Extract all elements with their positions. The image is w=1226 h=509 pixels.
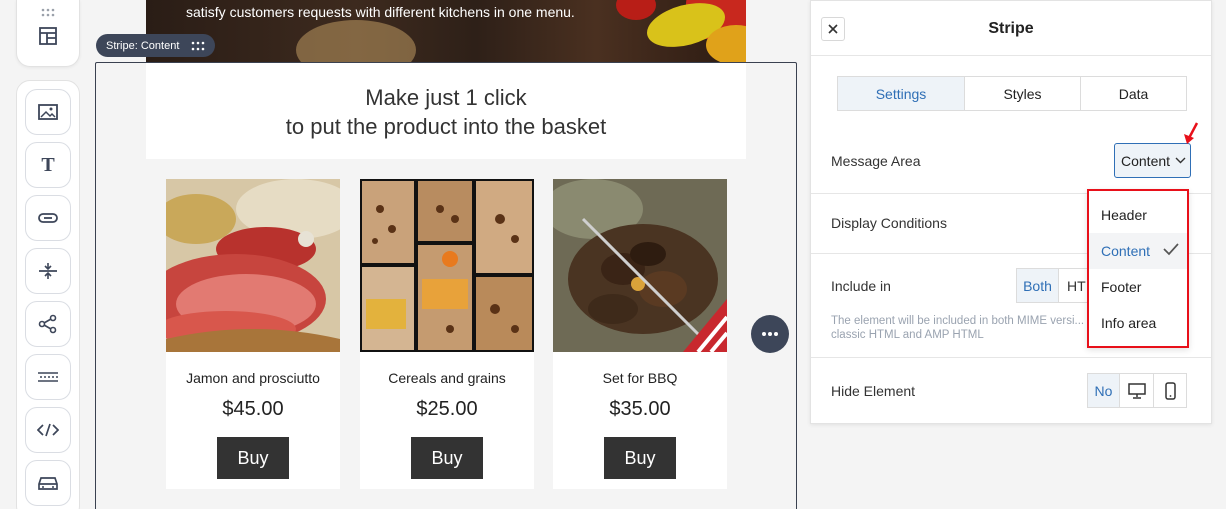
product-name: Cereals and grains	[388, 370, 506, 386]
display-conditions-label: Display Conditions	[831, 215, 947, 231]
product-image-jamon	[166, 179, 340, 352]
hide-element-label: Hide Element	[831, 383, 916, 399]
hide-mobile-option[interactable]	[1154, 374, 1186, 407]
include-both-option[interactable]: Both	[1017, 269, 1059, 302]
spacer-block-button[interactable]	[25, 248, 71, 294]
panel-tabs: Settings Styles Data	[837, 76, 1187, 111]
text-icon: T	[41, 153, 55, 176]
include-in-label: Include in	[831, 278, 891, 294]
check-icon	[1163, 243, 1179, 256]
text-block-button[interactable]: T	[25, 142, 71, 188]
hide-element-toggle: No	[1087, 373, 1187, 408]
video-block-button[interactable]	[25, 460, 71, 506]
message-area-dropdown: Header Content Footer Info area	[1087, 189, 1189, 348]
button-icon	[38, 213, 58, 223]
message-area-label: Message Area	[831, 153, 921, 169]
annotation-arrow-icon	[1184, 122, 1199, 144]
hide-desktop-option[interactable]	[1120, 374, 1154, 407]
product-card[interactable]: Set for BBQ $35.00 Buy	[553, 179, 727, 489]
stripe-badge[interactable]: Stripe: Content	[96, 34, 216, 57]
product-card[interactable]: Jamon and prosciutto $45.00 Buy	[166, 179, 340, 489]
video-icon	[38, 477, 58, 490]
spacer-icon	[39, 263, 57, 279]
chevron-down-icon	[1175, 157, 1186, 164]
product-image-bbq	[553, 179, 727, 352]
include-in-hint: The element will be included in both MIM…	[831, 315, 1085, 341]
dropdown-option-header[interactable]: Header	[1089, 197, 1187, 233]
buy-button[interactable]: Buy	[217, 437, 289, 479]
hero-banner-image: satisfy customers requests with differen…	[146, 0, 746, 62]
desktop-icon	[1127, 382, 1146, 399]
tab-data[interactable]: Data	[1081, 77, 1186, 110]
tab-settings[interactable]: Settings	[838, 77, 965, 110]
dropdown-option-footer[interactable]: Footer	[1089, 269, 1187, 305]
stripe-badge-label: Stripe: Content	[106, 39, 180, 52]
product-name: Set for BBQ	[602, 370, 678, 386]
product-card[interactable]: Cereals and grains $25.00 Buy	[360, 179, 534, 489]
product-price: $25.00	[416, 398, 478, 420]
mobile-icon	[1164, 381, 1176, 400]
promo-line-1: Make just 1 click	[365, 85, 527, 110]
dropdown-option-content-label: Content	[1101, 243, 1151, 259]
image-icon	[38, 104, 58, 120]
panel-title: Stripe	[988, 20, 1034, 37]
banner-icon	[38, 372, 58, 382]
dropdown-option-content[interactable]: Content	[1089, 233, 1187, 269]
tab-styles[interactable]: Styles	[965, 77, 1081, 110]
social-icon	[38, 314, 57, 334]
banner-block-button[interactable]	[25, 354, 71, 400]
image-block-button[interactable]	[25, 89, 71, 135]
html-block-button[interactable]	[25, 407, 71, 453]
block-toolbar: T	[16, 80, 80, 509]
button-block-button[interactable]	[25, 195, 71, 241]
social-block-button[interactable]	[25, 301, 71, 347]
more-dots-icon	[762, 332, 778, 336]
buy-button[interactable]: Buy	[411, 437, 483, 479]
more-options-button[interactable]	[751, 315, 789, 353]
panel-header: Stripe	[811, 1, 1211, 56]
product-name: Jamon and prosciutto	[186, 370, 320, 386]
message-area-select[interactable]: Content	[1114, 143, 1191, 178]
message-area-value: Content	[1121, 152, 1171, 169]
dropdown-option-info-area[interactable]: Info area	[1089, 305, 1187, 341]
divider	[811, 357, 1211, 358]
hero-text: satisfy customers requests with differen…	[186, 4, 575, 20]
hide-none-option[interactable]: No	[1088, 374, 1120, 407]
toolbar-header	[16, 0, 80, 67]
product-price: $35.00	[609, 398, 671, 420]
structures-icon[interactable]	[38, 26, 58, 46]
product-image-cereals	[360, 179, 534, 352]
promo-line-2: to put the product into the basket	[285, 114, 607, 139]
promo-block[interactable]: Make just 1 click to put the product int…	[146, 63, 746, 159]
buy-button[interactable]: Buy	[604, 437, 676, 479]
drag-handle-icon[interactable]	[41, 8, 57, 18]
drag-handle-icon[interactable]	[191, 41, 205, 51]
product-price: $45.00	[222, 398, 284, 420]
html-code-icon	[37, 423, 59, 437]
